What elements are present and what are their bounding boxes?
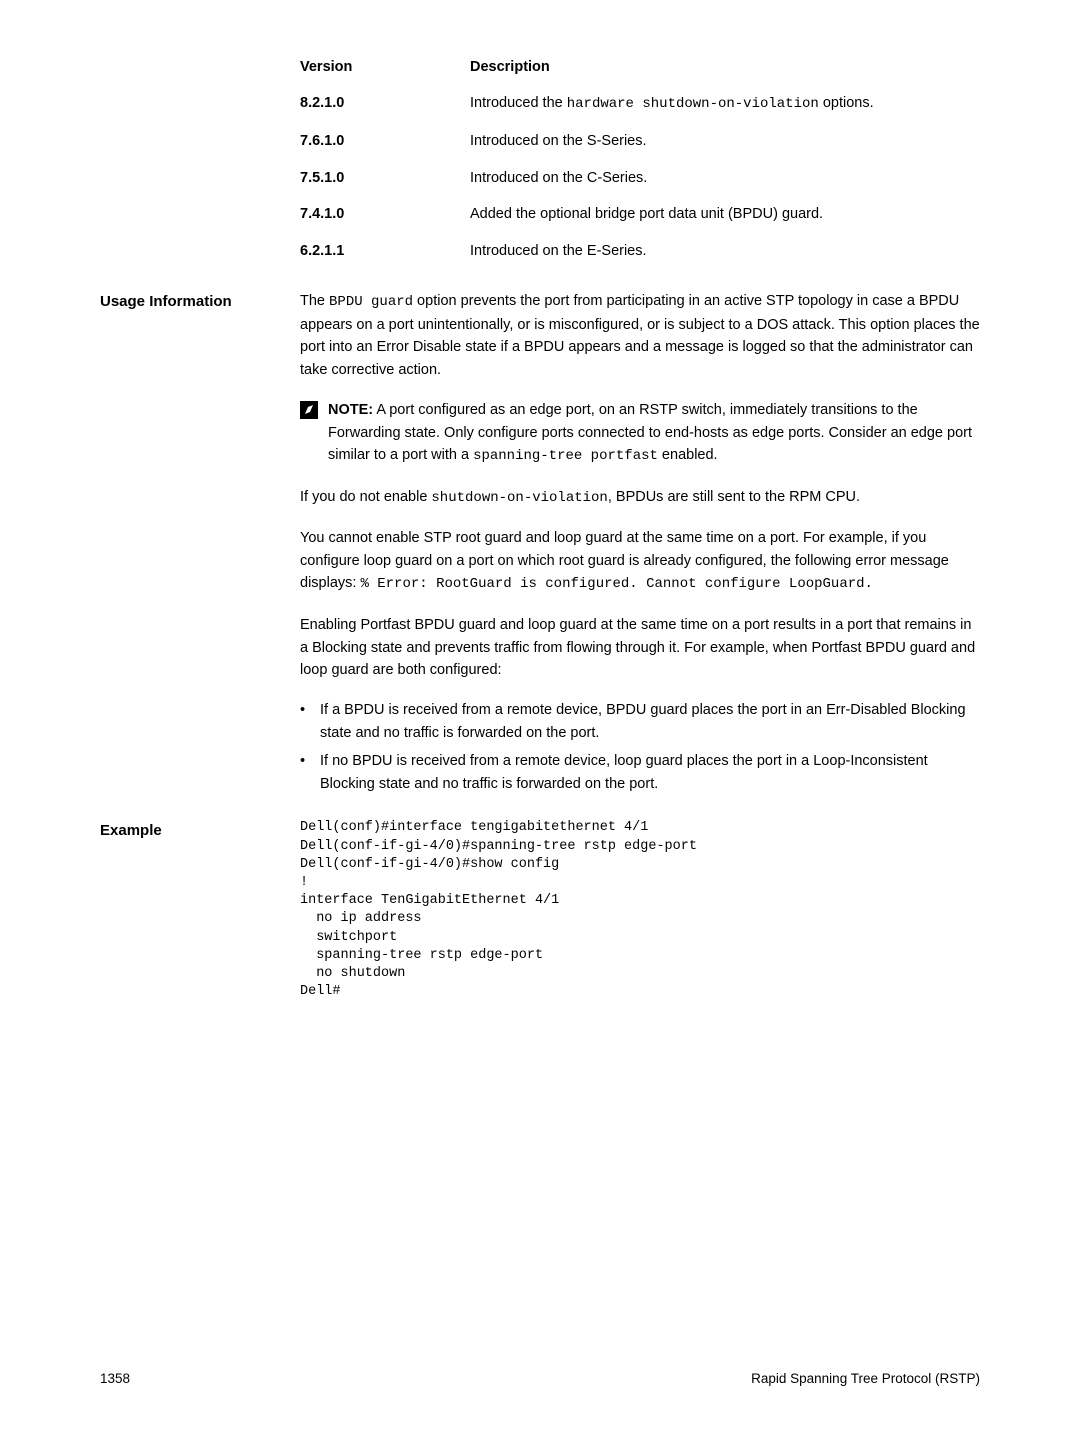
version-number: 7.6.1.0 (300, 130, 470, 152)
note-icon (300, 399, 328, 468)
code: % Error: RootGuard is configured. Cannot… (360, 576, 872, 592)
version-header-row: Version Description (300, 56, 980, 78)
usage-label: Usage Information (100, 290, 300, 313)
text: , BPDUs are still sent to the RPM CPU. (608, 489, 860, 505)
version-row: 7.4.1.0 Added the optional bridge port d… (300, 203, 980, 225)
bullet-marker: • (300, 750, 320, 795)
usage-body: The BPDU guard option prevents the port … (300, 290, 980, 801)
example-body: Dell(conf)#interface tengigabitethernet … (300, 819, 980, 1001)
text: If you do not enable (300, 489, 431, 505)
note-label: NOTE: (328, 402, 373, 418)
version-row: 8.2.1.0 Introduced the hardware shutdown… (300, 92, 980, 116)
text: options. (819, 95, 874, 111)
version-desc: Introduced on the E-Series. (470, 240, 980, 262)
text: The (300, 293, 329, 309)
note-text: NOTE: A port configured as an edge port,… (328, 399, 980, 468)
version-number: 6.2.1.1 (300, 240, 470, 262)
bullet-text: If a BPDU is received from a remote devi… (320, 699, 980, 744)
version-desc: Introduced on the C-Series. (470, 167, 980, 189)
example-label: Example (100, 819, 300, 842)
version-number: 7.5.1.0 (300, 167, 470, 189)
code: shutdown-on-violation (431, 490, 607, 506)
code: BPDU guard (329, 294, 413, 310)
bullet-marker: • (300, 699, 320, 744)
footer-title: Rapid Spanning Tree Protocol (RSTP) (751, 1369, 980, 1390)
page-number: 1358 (100, 1369, 130, 1390)
version-desc: Introduced on the S-Series. (470, 130, 980, 152)
page-footer: 1358 Rapid Spanning Tree Protocol (RSTP) (100, 1369, 980, 1390)
usage-para-2: If you do not enable shutdown-on-violati… (300, 486, 980, 510)
version-table: Version Description 8.2.1.0 Introduced t… (300, 56, 980, 262)
version-row: 7.6.1.0 Introduced on the S-Series. (300, 130, 980, 152)
usage-para-4: Enabling Portfast BPDU guard and loop gu… (300, 614, 980, 681)
usage-section: Usage Information The BPDU guard option … (100, 290, 980, 801)
header-version: Version (300, 56, 470, 78)
version-desc: Introduced the hardware shutdown-on-viol… (470, 92, 980, 116)
version-number: 8.2.1.0 (300, 92, 470, 116)
version-row: 6.2.1.1 Introduced on the E-Series. (300, 240, 980, 262)
version-number: 7.4.1.0 (300, 203, 470, 225)
text: enabled. (658, 447, 718, 463)
text: Introduced the (470, 95, 567, 111)
example-code: Dell(conf)#interface tengigabitethernet … (300, 819, 980, 1001)
example-section: Example Dell(conf)#interface tengigabite… (100, 819, 980, 1001)
version-row: 7.5.1.0 Introduced on the C-Series. (300, 167, 980, 189)
usage-para-1: The BPDU guard option prevents the port … (300, 290, 980, 381)
code: spanning-tree portfast (473, 448, 658, 464)
code: hardware shutdown-on-violation (567, 96, 819, 112)
note-box: NOTE: A port configured as an edge port,… (300, 399, 980, 468)
bullet-item: • If no BPDU is received from a remote d… (300, 750, 980, 795)
bullet-text: If no BPDU is received from a remote dev… (320, 750, 980, 795)
version-desc: Added the optional bridge port data unit… (470, 203, 980, 225)
header-description: Description (470, 56, 980, 78)
usage-para-3: You cannot enable STP root guard and loo… (300, 527, 980, 596)
bullet-item: • If a BPDU is received from a remote de… (300, 699, 980, 744)
